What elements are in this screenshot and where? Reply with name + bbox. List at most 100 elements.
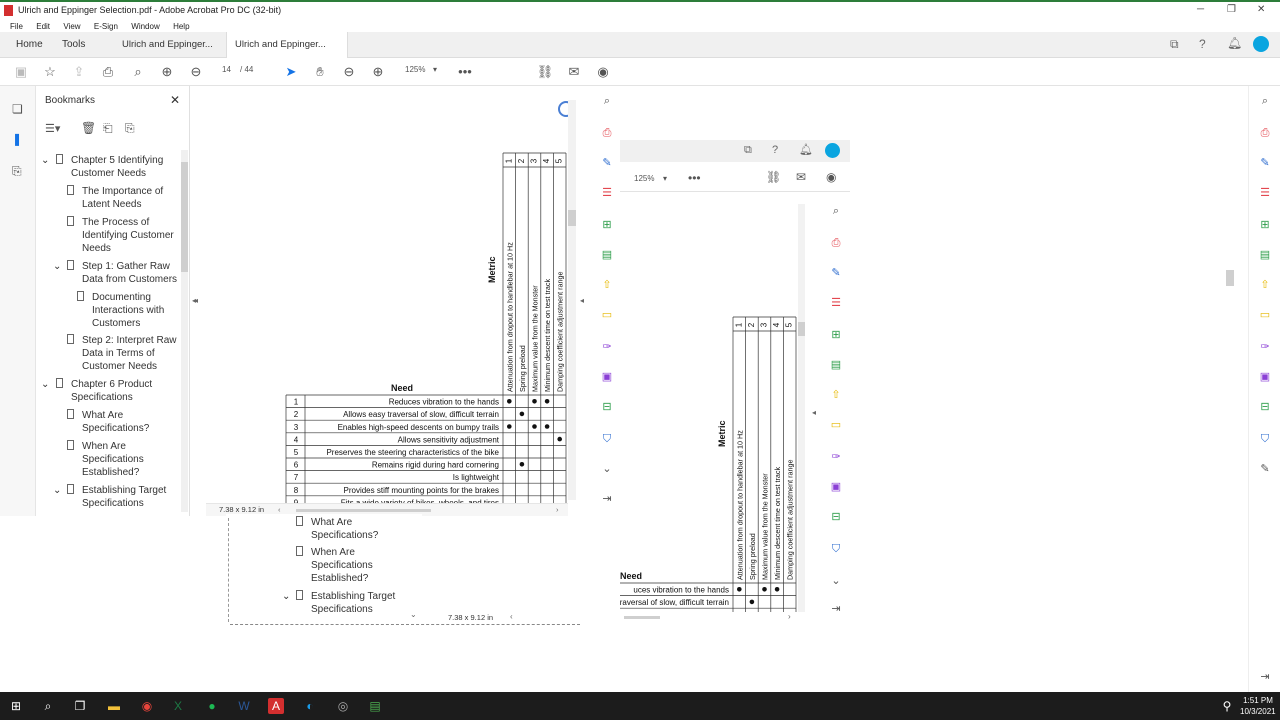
print-production-icon[interactable]: ⊟ xyxy=(1257,400,1273,414)
combine-files-icon[interactable]: ▤ xyxy=(828,358,844,372)
edit-pdf-icon[interactable]: ✎ xyxy=(828,266,844,280)
fill-sign-icon[interactable]: ✑ xyxy=(828,450,844,464)
menu-help[interactable]: Help xyxy=(173,22,189,31)
comment-icon[interactable]: ▭ xyxy=(599,308,615,322)
task-view-icon[interactable]: ❐ xyxy=(72,698,88,714)
customize-tools-icon[interactable]: ✎ xyxy=(1257,462,1273,476)
fill-sign-icon[interactable]: ✑ xyxy=(1257,340,1273,354)
scroll-left-icon[interactable]: ‹ xyxy=(510,612,513,621)
account-icon[interactable]: ◉ xyxy=(594,63,612,81)
page-number-input[interactable]: 14 xyxy=(222,65,231,74)
scroll-right-icon[interactable]: › xyxy=(788,612,791,621)
scroll-left-icon[interactable]: ‹ xyxy=(278,505,281,514)
find-bookmark-icon[interactable]: ⎘ xyxy=(125,121,135,136)
more-tools-icon[interactable]: ••• xyxy=(688,171,701,185)
create-pdf-icon[interactable]: ⊞ xyxy=(828,328,844,342)
share-icon[interactable]: ⇧ xyxy=(828,388,844,402)
combine-files-icon[interactable]: ▤ xyxy=(599,248,615,262)
export-pdf-icon[interactable]: ⎙ xyxy=(1257,126,1273,140)
protect-icon[interactable]: ⛉ xyxy=(828,542,844,556)
account-icon[interactable]: ◉ xyxy=(826,170,836,184)
comment-icon[interactable]: ▭ xyxy=(828,418,844,432)
more-tools-chevron-icon[interactable]: ⌄ xyxy=(599,462,615,476)
bookmark-options-icon[interactable]: ☰▾ xyxy=(45,122,60,135)
menu-view[interactable]: View xyxy=(63,22,80,31)
excel-icon[interactable]: X xyxy=(170,698,186,714)
organize-pages-icon[interactable]: ☰ xyxy=(599,186,615,200)
close-window-icon[interactable]: ✕ xyxy=(1257,4,1265,15)
collapse-left-icon[interactable]: ◂ xyxy=(194,296,198,305)
edit-pdf-icon[interactable]: ✎ xyxy=(599,156,615,170)
send-for-signature-icon[interactable]: ▣ xyxy=(828,480,844,494)
email-icon[interactable]: ✉ xyxy=(565,63,583,81)
send-for-signature-icon[interactable]: ▣ xyxy=(599,370,615,384)
email-icon[interactable]: ✉ xyxy=(796,170,806,184)
help-icon[interactable]: ? xyxy=(1199,37,1206,51)
fill-sign-icon[interactable]: ✑ xyxy=(599,340,615,354)
export-pdf-icon[interactable]: ⎙ xyxy=(599,126,615,140)
create-pdf-icon[interactable]: ⊞ xyxy=(599,218,615,232)
upload-icon[interactable]: ⇪ xyxy=(70,63,88,81)
menu-esign[interactable]: E-Sign xyxy=(94,22,118,31)
bookmark-star-icon[interactable]: ☆ xyxy=(41,63,59,81)
word-icon[interactable]: W xyxy=(236,698,252,714)
spotify-icon[interactable]: ● xyxy=(204,698,220,714)
protect-icon[interactable]: ⛉ xyxy=(1257,432,1273,446)
scroll-right-icon[interactable]: › xyxy=(556,505,559,514)
notification-bell-icon[interactable]: 🔔︎ xyxy=(1227,36,1242,50)
notepad-icon[interactable]: ▤ xyxy=(367,698,383,714)
tab-home[interactable]: Home xyxy=(8,32,51,58)
send-for-signature-icon[interactable]: ▣ xyxy=(1257,370,1273,384)
network-icon[interactable]: ⚲ xyxy=(1219,698,1235,714)
delete-icon[interactable]: 🗑︎ xyxy=(81,121,96,135)
tab-document-1[interactable]: Ulrich and Eppinger... xyxy=(114,32,226,58)
zoom-tool-icon[interactable]: ⌕ xyxy=(828,204,844,218)
edge-icon[interactable]: ◐ xyxy=(302,698,318,714)
save-icon[interactable]: ▣ xyxy=(12,63,30,81)
create-pdf-icon[interactable]: ⊞ xyxy=(1257,218,1273,232)
file-explorer-icon[interactable]: ▬ xyxy=(106,698,122,714)
combine-files-icon[interactable]: ▤ xyxy=(1257,248,1273,262)
hand-tool-icon[interactable]: ✋︎ xyxy=(311,63,329,81)
search-icon[interactable]: ⌕ xyxy=(129,63,147,81)
menu-edit[interactable]: Edit xyxy=(36,22,50,31)
menu-window[interactable]: Window xyxy=(131,22,159,31)
clock-date[interactable]: 10/3/2021 xyxy=(1240,707,1276,716)
protect-icon[interactable]: ⛉ xyxy=(599,432,615,446)
zoom-select[interactable]: 125% xyxy=(405,65,425,74)
document-scrollbar[interactable] xyxy=(568,100,576,500)
edit-pdf-icon[interactable]: ✎ xyxy=(1257,156,1273,170)
page-down-icon[interactable]: ⊖ xyxy=(187,63,205,81)
tab-document-2[interactable]: Ulrich and Eppinger... ✕ xyxy=(226,32,348,76)
link-icon[interactable]: ⛓ xyxy=(766,170,781,184)
avatar[interactable] xyxy=(825,143,840,158)
print-production-icon[interactable]: ⊟ xyxy=(828,510,844,524)
acrobat-taskbar-icon[interactable]: A xyxy=(268,698,284,714)
collapse-rail-icon[interactable]: ⇥ xyxy=(1257,670,1273,684)
select-cursor-icon[interactable]: ➤ xyxy=(282,63,300,81)
maximize-icon[interactable]: ❐ xyxy=(1227,4,1236,15)
horizontal-scrollbar[interactable] xyxy=(624,616,660,619)
zoom-out-icon[interactable]: ⊖ xyxy=(340,63,358,81)
attachments-icon[interactable]: ⎘ xyxy=(12,164,22,179)
nested-scrollbar[interactable] xyxy=(798,204,805,612)
share-screen-icon[interactable]: ⧉ xyxy=(744,144,752,157)
close-panel-icon[interactable]: ✕ xyxy=(170,93,180,107)
new-bookmark-icon[interactable]: ⎗ xyxy=(103,121,113,136)
expand-right-icon[interactable]: ◂ xyxy=(580,296,584,305)
share-icon[interactable]: ⇧ xyxy=(599,278,615,292)
zoom-tool-icon[interactable]: ⌕ xyxy=(599,94,615,108)
export-pdf-icon[interactable]: ⎙ xyxy=(828,236,844,250)
more-tools-chevron-icon[interactable]: ⌄ xyxy=(828,574,844,588)
zoom-select[interactable]: 125% xyxy=(634,174,654,183)
bookmarks-icon[interactable]: ❚ xyxy=(12,132,22,146)
search-icon[interactable]: ⌕ xyxy=(40,698,56,714)
link-icon[interactable]: ⛓ xyxy=(536,63,554,81)
minimize-icon[interactable]: ─ xyxy=(1197,4,1204,15)
expand-right-icon[interactable]: ◂ xyxy=(812,408,816,417)
main-scroll-thumb[interactable] xyxy=(1226,270,1234,286)
print-icon[interactable]: ⎙ xyxy=(99,63,117,81)
chevron-down-icon[interactable]: ▾ xyxy=(663,174,667,183)
share-screen-icon[interactable]: ⧉ xyxy=(1170,37,1179,52)
collapse-rail-icon[interactable]: ⇥ xyxy=(599,492,615,506)
